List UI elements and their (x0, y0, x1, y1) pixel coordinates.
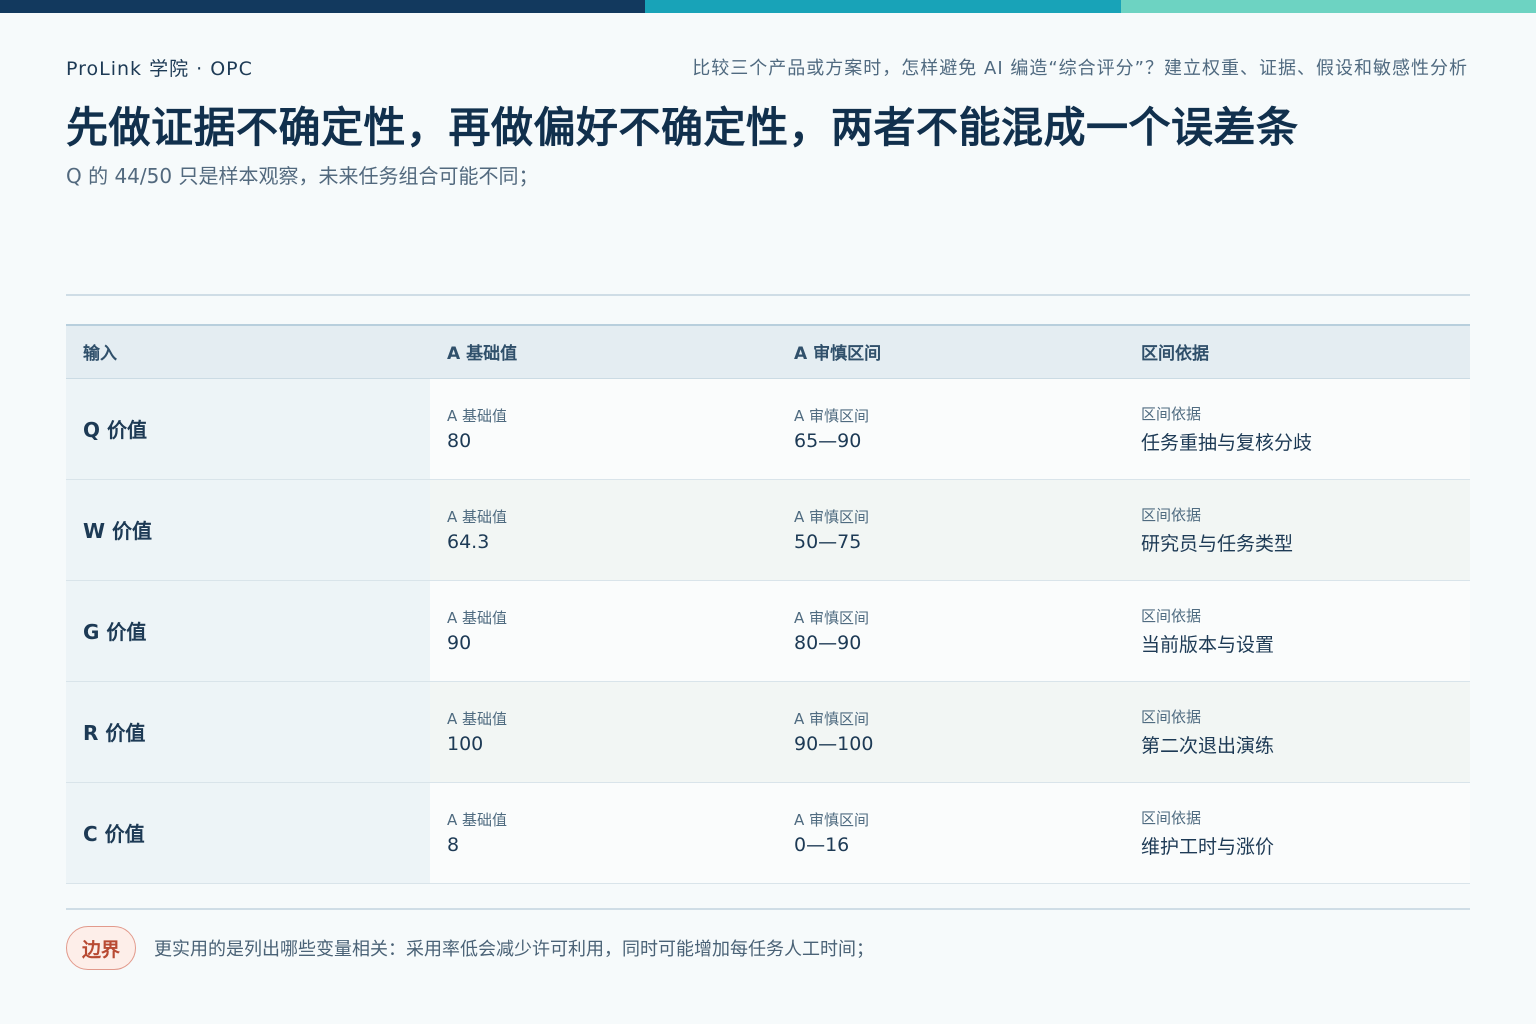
boundary-note: 更实用的是列出哪些变量相关：采用率低会减少许可利用，同时可能增加每任务人工时间； (154, 939, 874, 960)
base-cell: A 基础值 90 (430, 580, 777, 682)
uncertainty-table: 输入 A 基础值 A 审慎区间 区间依据 Q 价值 A 基础值 80 A 审慎区间… (66, 324, 1470, 884)
range-value: 50—75 (794, 531, 862, 553)
page-subtitle: Q 的 44/50 只是样本观察，未来任务组合可能不同； (66, 164, 539, 188)
range-value: 65—90 (794, 430, 862, 452)
basis-value: 研究员与任务类型 (1141, 532, 1294, 555)
base-cell: A 基础值 64.3 (430, 479, 777, 581)
base-value: 8 (447, 834, 460, 856)
divider-bottom (66, 908, 1470, 910)
basis-label: 区间依据 (1141, 606, 1202, 625)
accent-segment-teal (645, 0, 1121, 13)
basis-cell: 区间依据维护工时与涨价 (1124, 782, 1470, 884)
basis-value: 第二次退出演练 (1141, 734, 1275, 757)
range-cell: A 审慎区间 65—90 (777, 378, 1124, 480)
base-value: 64.3 (447, 531, 490, 553)
basis-label: 区间依据 (1141, 707, 1202, 726)
range-label: A 审慎区间 (794, 710, 870, 728)
basis-cell: 区间依据研究员与任务类型 (1124, 479, 1470, 581)
row-input: W 价值 (66, 479, 430, 581)
basis-label: 区间依据 (1141, 404, 1202, 423)
range-value: 0—16 (794, 834, 850, 856)
basis-label: 区间依据 (1141, 808, 1202, 827)
page-title: 先做证据不确定性，再做偏好不确定性，两者不能混成一个误差条 (66, 103, 1299, 152)
base-label: A 基础值 (447, 710, 508, 728)
column-header-basis: 区间依据 (1124, 324, 1470, 379)
base-label: A 基础值 (447, 811, 508, 829)
row-input: R 价值 (66, 681, 430, 783)
base-cell: A 基础值 8 (430, 782, 777, 884)
range-label: A 审慎区间 (794, 407, 870, 425)
basis-cell: 区间依据当前版本与设置 (1124, 580, 1470, 682)
range-value: 90—100 (794, 733, 874, 755)
boundary-badge: 边界 (66, 926, 136, 970)
base-value: 90 (447, 632, 472, 654)
brand-label: ProLink 学院 · OPC (66, 58, 253, 80)
table-row: Q 价值 A 基础值 80 A 审慎区间 65—90 区间依据任务重抽与复核分歧 (66, 378, 1470, 480)
row-input: G 价值 (66, 580, 430, 682)
column-header-range: A 审慎区间 (777, 324, 1124, 379)
basis-label: 区间依据 (1141, 505, 1202, 524)
basis-cell: 区间依据第二次退出演练 (1124, 681, 1470, 783)
base-value: 80 (447, 430, 472, 452)
table-row: W 价值 A 基础值 64.3 A 审慎区间 50—75 区间依据研究员与任务类型 (66, 479, 1470, 581)
table-header-row: 输入 A 基础值 A 审慎区间 区间依据 (66, 324, 1470, 379)
base-cell: A 基础值 100 (430, 681, 777, 783)
base-label: A 基础值 (447, 407, 508, 425)
basis-cell: 区间依据任务重抽与复核分歧 (1124, 378, 1470, 480)
range-cell: A 审慎区间 90—100 (777, 681, 1124, 783)
range-cell: A 审慎区间 0—16 (777, 782, 1124, 884)
accent-segment-mint (1121, 0, 1536, 13)
base-label: A 基础值 (447, 508, 508, 526)
top-accent-bar (0, 0, 1536, 13)
base-cell: A 基础值 80 (430, 378, 777, 480)
basis-value: 任务重抽与复核分歧 (1141, 431, 1313, 454)
range-label: A 审慎区间 (794, 609, 870, 627)
range-label: A 审慎区间 (794, 811, 870, 829)
series-caption: 比较三个产品或方案时，怎样避免 AI 编造“综合评分”？建立权重、证据、假设和敏… (692, 58, 1468, 79)
basis-value: 当前版本与设置 (1141, 633, 1275, 656)
range-value: 80—90 (794, 632, 862, 654)
base-label: A 基础值 (447, 609, 508, 627)
base-value: 100 (447, 733, 484, 755)
column-header-input: 输入 (66, 324, 430, 379)
range-cell: A 审慎区间 80—90 (777, 580, 1124, 682)
table-row: C 价值 A 基础值 8 A 审慎区间 0—16 区间依据维护工时与涨价 (66, 782, 1470, 884)
basis-value: 维护工时与涨价 (1141, 835, 1275, 858)
accent-segment-navy (0, 0, 645, 13)
range-label: A 审慎区间 (794, 508, 870, 526)
range-cell: A 审慎区间 50—75 (777, 479, 1124, 581)
table-row: R 价值 A 基础值 100 A 审慎区间 90—100 区间依据第二次退出演练 (66, 681, 1470, 783)
divider-top (66, 294, 1470, 296)
row-input: C 价值 (66, 782, 430, 884)
row-input: Q 价值 (66, 378, 430, 480)
column-header-base: A 基础值 (430, 324, 777, 379)
table-row: G 价值 A 基础值 90 A 审慎区间 80—90 区间依据当前版本与设置 (66, 580, 1470, 682)
